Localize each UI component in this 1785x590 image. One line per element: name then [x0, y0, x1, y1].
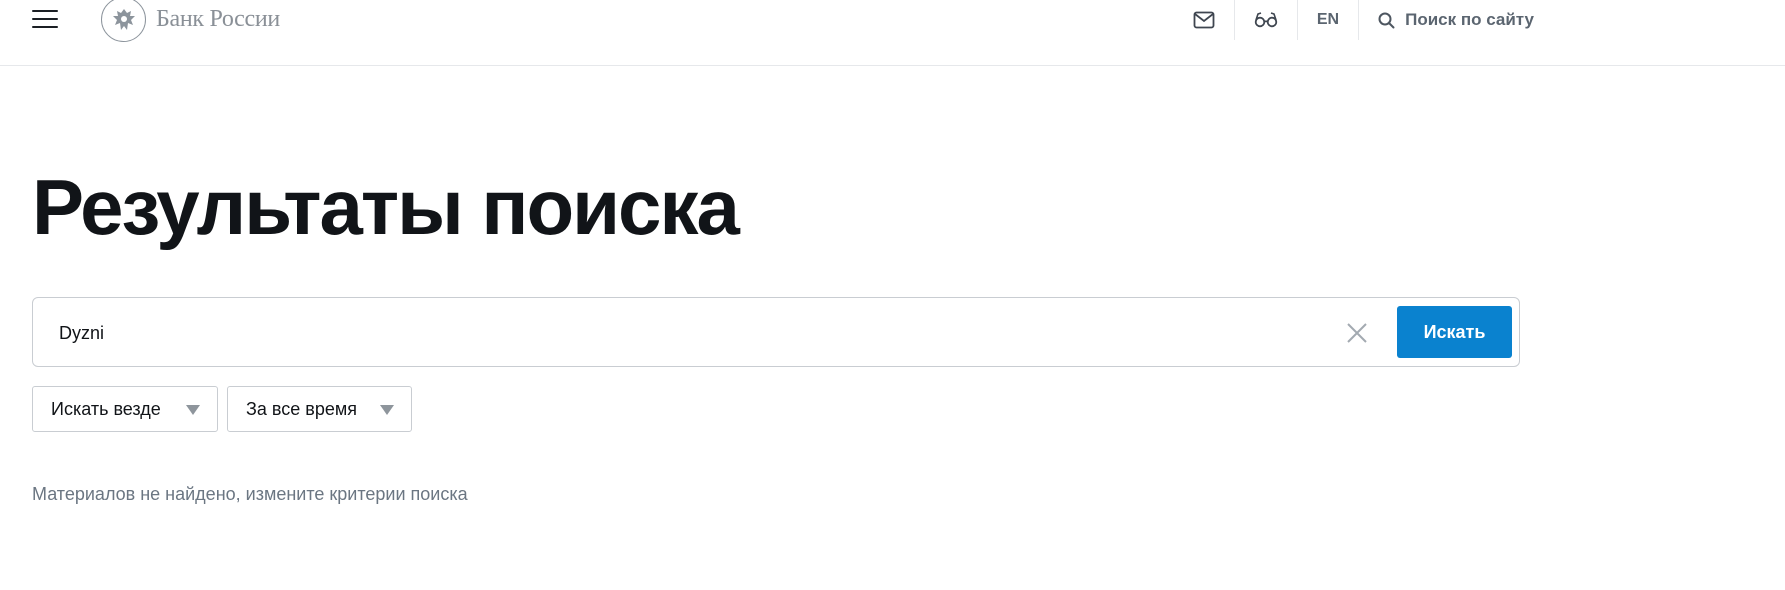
logo-text: Банк России [156, 6, 280, 32]
site-search-link[interactable]: Поиск по сайту [1358, 0, 1785, 40]
accessibility-button[interactable] [1233, 0, 1297, 40]
site-search-label: Поиск по сайту [1405, 10, 1534, 29]
chevron-down-icon [380, 405, 394, 415]
period-filter-dropdown[interactable]: За все время [227, 386, 412, 432]
search-input[interactable] [59, 316, 1339, 350]
search-submit-button[interactable]: Искать [1397, 306, 1512, 358]
glasses-icon [1254, 12, 1278, 28]
menu-icon[interactable] [32, 6, 60, 34]
emblem-icon [101, 0, 146, 42]
header-tools: EN Поиск по сайту [1174, 0, 1785, 40]
language-switch[interactable]: EN [1296, 0, 1358, 40]
empty-results-message: Материалов не найдено, измените критерии… [32, 484, 468, 504]
mail-button[interactable] [1174, 0, 1234, 40]
site-header: Банк России EN Поиск по сайту [0, 0, 1785, 66]
search-form: Искать [32, 297, 1520, 367]
close-icon [1347, 323, 1367, 343]
chevron-down-icon [186, 405, 200, 415]
scope-filter-dropdown[interactable]: Искать везде [32, 386, 218, 432]
clear-search-button[interactable] [1343, 319, 1371, 347]
period-filter-label: За все время [246, 398, 357, 419]
bank-logo[interactable]: Банк России [101, 0, 280, 42]
search-icon [1378, 12, 1395, 28]
scope-filter-label: Искать везде [51, 398, 161, 419]
mail-icon [1193, 11, 1215, 29]
page-title: Результаты поиска [32, 163, 740, 251]
